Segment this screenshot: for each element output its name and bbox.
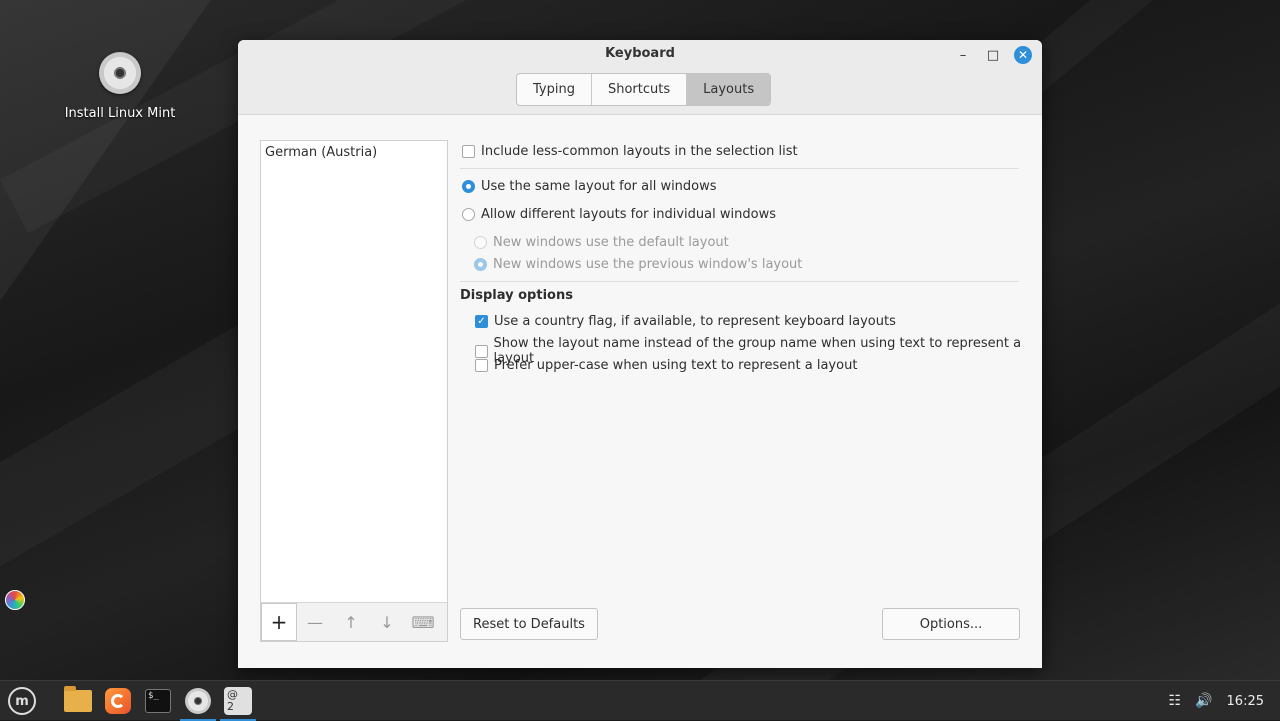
install-launcher[interactable] xyxy=(180,684,216,721)
taskbar: m $_ @2 ☷ 🔊 16:25 xyxy=(0,680,1280,721)
terminal-launcher[interactable]: $_ xyxy=(140,684,176,718)
country-flag-label: Use a country flag, if available, to rep… xyxy=(494,314,896,329)
list-item[interactable]: German (Austria) xyxy=(261,141,447,164)
minimize-icon[interactable]: – xyxy=(954,46,972,64)
new-default-label: New windows use the default layout xyxy=(493,235,729,250)
firefox-launcher[interactable] xyxy=(100,684,136,718)
move-up-icon[interactable]: ↑ xyxy=(333,603,369,641)
clock[interactable]: 16:25 xyxy=(1227,694,1264,709)
country-flag-row[interactable]: ✓ Use a country flag, if available, to r… xyxy=(475,314,896,329)
keyboard-indicator-icon: @2 xyxy=(224,687,252,715)
tab-typing[interactable]: Typing xyxy=(517,74,592,105)
titlebar: Keyboard – □ ✕ Typing Shortcuts Layouts xyxy=(238,40,1042,115)
firefox-icon xyxy=(105,688,131,714)
new-previous-row: New windows use the previous window's la… xyxy=(474,257,802,272)
files-launcher[interactable] xyxy=(60,684,96,718)
close-icon[interactable]: ✕ xyxy=(1014,46,1032,64)
disc-icon xyxy=(99,52,141,94)
system-tray: ☷ 🔊 16:25 xyxy=(1169,681,1264,721)
include-less-common-checkbox[interactable] xyxy=(462,145,475,158)
install-linux-mint-desktop-icon[interactable]: Install Linux Mint xyxy=(60,52,180,121)
layout-name-checkbox[interactable] xyxy=(475,344,488,358)
maximize-icon[interactable]: □ xyxy=(984,46,1002,64)
keyboard-window: Keyboard – □ ✕ Typing Shortcuts Layouts … xyxy=(238,40,1042,668)
window-title: Keyboard xyxy=(605,46,675,61)
upper-case-row[interactable]: Prefer upper-case when using text to rep… xyxy=(475,358,857,373)
desktop-icon-label: Install Linux Mint xyxy=(64,106,176,121)
mint-menu-button[interactable]: m xyxy=(4,684,40,718)
disc-icon xyxy=(185,688,211,714)
same-layout-row[interactable]: Use the same layout for all windows xyxy=(462,179,717,194)
network-icon[interactable]: ☷ xyxy=(1169,693,1182,709)
same-layout-label: Use the same layout for all windows xyxy=(481,179,717,194)
same-layout-radio[interactable] xyxy=(462,180,475,193)
include-less-common-label: Include less-common layouts in the selec… xyxy=(481,144,798,159)
remove-icon[interactable]: — xyxy=(297,603,333,641)
tab-bar: Typing Shortcuts Layouts xyxy=(516,73,772,106)
new-previous-radio xyxy=(474,258,487,271)
upper-case-checkbox[interactable] xyxy=(475,359,488,372)
upper-case-label: Prefer upper-case when using text to rep… xyxy=(494,358,858,373)
color-picker-icon[interactable] xyxy=(5,590,25,610)
new-default-row: New windows use the default layout xyxy=(474,235,729,250)
list-toolbar: + — ↑ ↓ ⌨ xyxy=(261,602,447,641)
display-options-heading: Display options xyxy=(460,288,573,303)
terminal-icon: $_ xyxy=(145,689,171,713)
volume-icon[interactable]: 🔊 xyxy=(1195,693,1212,709)
keyboard-icon[interactable]: ⌨ xyxy=(405,603,441,641)
reset-to-defaults-button[interactable]: Reset to Defaults xyxy=(460,608,598,640)
tab-shortcuts[interactable]: Shortcuts xyxy=(592,74,688,105)
new-previous-label: New windows use the previous window's la… xyxy=(493,257,803,272)
separator xyxy=(460,168,1019,169)
move-down-icon[interactable]: ↓ xyxy=(369,603,405,641)
different-layouts-radio[interactable] xyxy=(462,208,475,221)
layouts-list: German (Austria) + — ↑ ↓ ⌨ xyxy=(260,140,448,642)
folder-icon xyxy=(64,686,92,712)
include-less-common-row[interactable]: Include less-common layouts in the selec… xyxy=(462,144,798,159)
mint-menu-icon: m xyxy=(8,687,36,715)
options-button[interactable]: Options... xyxy=(882,608,1020,640)
different-layouts-label: Allow different layouts for individual w… xyxy=(481,207,776,222)
keyboard-window-task[interactable]: @2 xyxy=(220,684,256,721)
separator xyxy=(460,281,1019,282)
add-icon[interactable]: + xyxy=(261,603,297,641)
country-flag-checkbox[interactable]: ✓ xyxy=(475,315,488,328)
new-default-radio xyxy=(474,236,487,249)
tab-layouts[interactable]: Layouts xyxy=(687,74,771,105)
different-layouts-row[interactable]: Allow different layouts for individual w… xyxy=(462,207,776,222)
